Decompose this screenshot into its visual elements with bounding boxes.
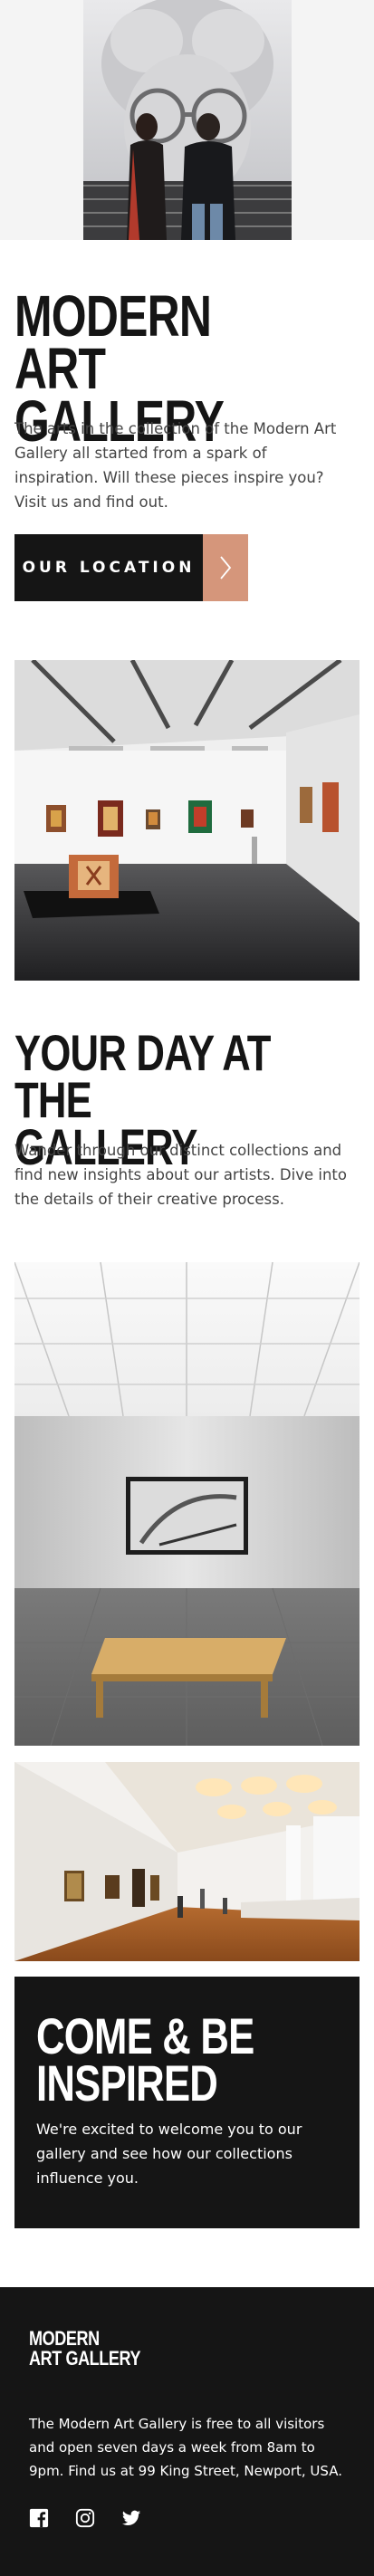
wide-gallery-room-image <box>14 1762 360 1961</box>
footer-text: The Modern Art Gallery is free to all vi… <box>29 2416 342 2479</box>
hero-section <box>0 0 374 240</box>
inspired-title-line2: Inspired <box>36 2054 218 2112</box>
our-location-button[interactable]: OUR LOCATION <box>14 534 248 601</box>
gallery-bench-image <box>14 1262 360 1746</box>
twitter-icon[interactable] <box>121 2508 141 2528</box>
footer-logo[interactable]: Modern Art Gallery <box>29 2329 141 2370</box>
facebook-icon[interactable] <box>29 2508 49 2528</box>
footer-logo-line2: Art Gallery <box>29 2347 141 2370</box>
intro-text: The arts in the collection of the Modern… <box>14 420 337 511</box>
chevron-right-icon <box>203 534 248 601</box>
inspired-card: Come & Be Inspired We're excited to welc… <box>14 1977 360 2228</box>
inspired-title: Come & Be Inspired <box>36 2011 254 2109</box>
page: Modern Art Gallery The arts in the colle… <box>0 0 374 2576</box>
hero-image <box>83 0 292 240</box>
inspired-text: We're excited to welcome you to our gall… <box>36 2121 302 2187</box>
instagram-icon[interactable] <box>75 2508 95 2528</box>
our-location-label: OUR LOCATION <box>14 534 203 601</box>
footer: Modern Art Gallery The Modern Art Galler… <box>0 2287 374 2576</box>
your-day-text: Wander through our distinct collections … <box>14 1142 347 1208</box>
your-day-title-line1: Your Day at the <box>14 1024 271 1128</box>
gallery-hall-image <box>14 660 360 981</box>
